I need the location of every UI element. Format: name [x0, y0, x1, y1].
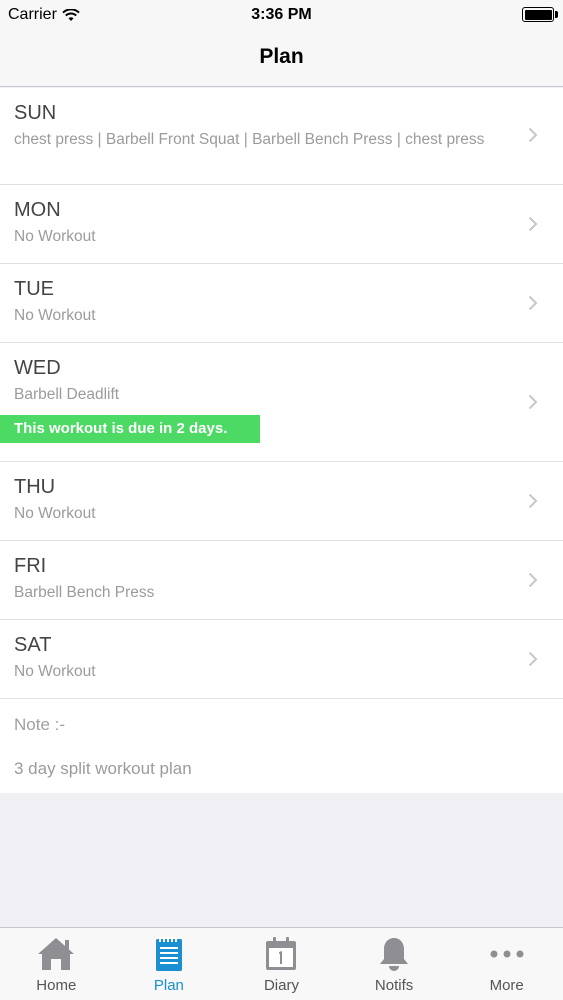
day-row-sat[interactable]: SAT No Workout	[0, 620, 563, 699]
note-text: 3 day split workout plan	[14, 759, 192, 778]
day-row-thu[interactable]: THU No Workout	[0, 462, 563, 541]
notepad-icon	[155, 937, 182, 971]
tab-label: Plan	[153, 977, 184, 994]
battery-icon	[522, 7, 554, 22]
tab-more[interactable]: More	[450, 928, 563, 1000]
home-icon	[38, 938, 75, 970]
plan-notes: Note :- 3 day split workout plan	[0, 699, 563, 793]
note-label: Note :-	[14, 715, 66, 734]
chevron-right-icon	[528, 295, 538, 311]
day-label: WED	[14, 357, 61, 379]
day-label: THU	[14, 476, 56, 498]
tab-bar: Home Plan Diary Notifs More	[0, 927, 563, 1000]
navigation-bar: Plan	[0, 30, 563, 87]
workout-summary: No Workout	[14, 663, 96, 680]
day-row-wed[interactable]: WED Barbell Deadlift This workout is due…	[0, 343, 563, 462]
tab-label: Home	[36, 977, 77, 994]
chevron-right-icon	[528, 651, 538, 667]
tab-label: More	[489, 977, 524, 994]
workout-summary: No Workout	[14, 307, 96, 324]
day-label: TUE	[14, 278, 54, 300]
chevron-right-icon	[528, 394, 538, 410]
more-dots-icon	[490, 950, 524, 958]
tab-home[interactable]: Home	[0, 928, 113, 1000]
tab-plan[interactable]: Plan	[113, 928, 226, 1000]
status-bar: Carrier 3:36 PM	[0, 0, 563, 30]
workout-summary: Barbell Deadlift	[14, 386, 120, 403]
tab-label: Diary	[263, 977, 299, 994]
page-title: Plan	[259, 45, 304, 68]
bell-icon	[380, 938, 409, 971]
day-row-mon[interactable]: MON No Workout	[0, 185, 563, 264]
chevron-right-icon	[528, 216, 538, 232]
workout-summary: chest press | Barbell Front Squat | Barb…	[14, 131, 485, 148]
tab-diary[interactable]: Diary	[225, 928, 338, 1000]
day-row-fri[interactable]: FRI Barbell Bench Press	[0, 541, 563, 620]
day-row-tue[interactable]: TUE No Workout	[0, 264, 563, 343]
workout-summary: No Workout	[14, 228, 96, 245]
chevron-right-icon	[528, 493, 538, 509]
workout-summary: Barbell Bench Press	[14, 584, 155, 601]
clock: 3:36 PM	[251, 6, 312, 23]
tab-notifs[interactable]: Notifs	[338, 928, 451, 1000]
day-row-sun[interactable]: SUN chest press | Barbell Front Squat | …	[0, 88, 563, 185]
tab-label: Notifs	[374, 977, 414, 994]
chevron-right-icon	[528, 127, 538, 143]
day-label: FRI	[14, 555, 47, 577]
day-label: MON	[14, 199, 61, 221]
chevron-right-icon	[528, 572, 538, 588]
day-label: SAT	[14, 634, 52, 656]
workout-summary: No Workout	[14, 505, 96, 522]
weekly-plan-list: SUN chest press | Barbell Front Squat | …	[0, 88, 563, 793]
day-label: SUN	[14, 102, 57, 124]
battery-tip	[555, 11, 558, 18]
battery-fill	[524, 9, 552, 20]
due-banner: This workout is due in 2 days.	[0, 415, 260, 443]
calendar-icon	[266, 937, 297, 970]
